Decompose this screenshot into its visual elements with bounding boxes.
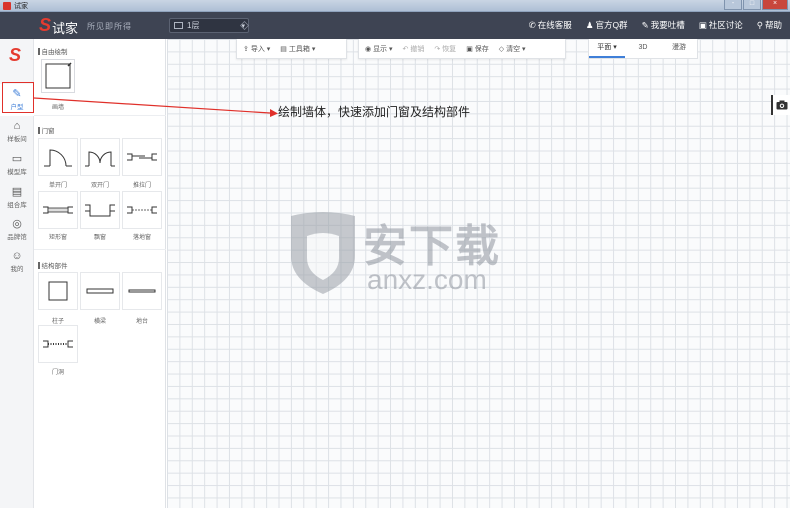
beam-icon — [86, 288, 114, 294]
feedback-icon: ✎ — [641, 20, 649, 30]
import-button[interactable]: ⇪ 导入 ▾ — [243, 44, 270, 54]
sidebar-item-mine[interactable]: ☺ 我的 — [0, 246, 34, 278]
display-button[interactable]: ◉ 显示 ▾ — [365, 44, 393, 54]
single-door-icon — [44, 149, 72, 167]
camera-icon — [776, 100, 787, 110]
badge-icon: ◎ — [12, 218, 22, 230]
screenshot-button[interactable] — [771, 95, 790, 115]
redo-button[interactable]: ↷ 恢复 — [434, 44, 456, 54]
toolbox-button[interactable]: ▤ 工具箱 ▾ — [280, 44, 315, 54]
home-icon: ⌂ — [13, 120, 21, 132]
section-title-doors: 门窗 — [38, 125, 55, 135]
maximize-button[interactable]: □ — [743, 0, 761, 10]
phone-icon: ✆ — [528, 20, 536, 30]
app-header: S 试家 所见即所得 1层 ▾ ✆ 在线客服 ♟ 官方Q群 ✎ 我要吐槽 ▣ 社区讨论 … — [0, 12, 790, 39]
tab-3d[interactable]: 3D — [625, 39, 661, 58]
toolbar-edit: ◉ 显示 ▾ ↶ 撤销 ↷ 恢复 ▣ 保存 ◇ 清空 ▾ — [358, 39, 566, 59]
double-door-icon — [85, 151, 115, 167]
watermark-url: anxz.com — [367, 264, 487, 295]
door-sliding-tool[interactable] — [122, 138, 162, 176]
help-icon: ⚲ — [756, 20, 763, 30]
window-floor-tool[interactable] — [122, 191, 162, 229]
highlight-box — [2, 82, 34, 113]
toolbar-file: ⇪ 导入 ▾ ▤ 工具箱 ▾ — [236, 39, 347, 59]
minimize-button[interactable]: - — [724, 0, 742, 10]
beam-tool[interactable] — [80, 272, 120, 310]
platform-icon — [128, 289, 156, 293]
save-icon: ▣ — [466, 45, 473, 53]
watermark: 安下载 anxz.com — [287, 208, 517, 298]
annotation-text: 绘制墙体，快速添加门窗及结构部件 — [278, 105, 471, 119]
brand-slogan: 所见即所得 — [87, 22, 132, 31]
header-link-qq[interactable]: ♟ 官方Q群 — [586, 19, 628, 31]
eye-icon: ◉ — [365, 45, 372, 53]
upload-icon: ⇪ — [243, 45, 249, 53]
header-link-feedback[interactable]: ✎ 我要吐槽 — [642, 19, 685, 31]
eraser-icon: ◇ — [498, 45, 505, 53]
door-double-tool[interactable] — [80, 138, 120, 176]
close-button[interactable]: × — [762, 0, 788, 10]
floor-select[interactable]: 1层 ▾ — [169, 18, 249, 33]
undo-button[interactable]: ↶ 撤销 — [403, 44, 425, 54]
brand-name: 试家 — [52, 21, 79, 36]
door-single-tool[interactable] — [38, 138, 78, 176]
redo-icon: ↷ — [434, 45, 441, 53]
view-tabs: 平面 ▾ 3D 漫游 — [588, 39, 698, 59]
tab-plan[interactable]: 平面 ▾ — [589, 39, 625, 58]
annotation-arrow — [34, 97, 278, 117]
cabinet-icon: ▤ — [11, 186, 23, 198]
window-title: 试家 — [14, 3, 28, 10]
brand-logo-icon: S — [39, 15, 52, 35]
header-link-forum[interactable]: ▣ 社区讨论 — [699, 19, 743, 31]
doorway-tool[interactable] — [38, 325, 78, 363]
qq-icon: ♟ — [585, 20, 594, 30]
app-icon — [3, 2, 11, 10]
section-title-structure: 结构部件 — [38, 260, 68, 270]
rect-window-icon — [43, 206, 73, 214]
wall-tool[interactable] — [41, 59, 75, 93]
wall-icon — [45, 62, 72, 89]
sidebar-item-groups[interactable]: ▤ 组合库 — [0, 182, 34, 214]
sidebar-item-brands[interactable]: ◎ 品牌馆 — [0, 214, 34, 246]
platform-tool[interactable] — [122, 272, 162, 310]
window-rect-tool[interactable] — [38, 191, 78, 229]
clear-button[interactable]: ◇ 清空 ▾ — [499, 44, 526, 54]
save-button[interactable]: ▣ 保存 — [466, 44, 489, 54]
tab-walkthrough[interactable]: 漫游 — [661, 39, 697, 58]
bay-window-icon — [85, 204, 115, 217]
undo-icon: ↶ — [402, 45, 409, 53]
floor-window-icon — [127, 206, 157, 214]
sliding-door-icon — [127, 153, 157, 161]
sidebar-logo-icon: S — [9, 45, 22, 65]
section-title-freehand: 自由绘制 — [38, 46, 68, 56]
toolbox-icon: ▤ — [280, 45, 287, 53]
header-links: ✆ 在线客服 ♟ 官方Q群 ✎ 我要吐槽 ▣ 社区讨论 ⚲ 帮助 — [529, 19, 782, 31]
sidebar-item-models[interactable]: ▭ 模型库 — [0, 149, 34, 181]
pillar-tool[interactable] — [38, 272, 78, 310]
header-link-help[interactable]: ⚲ 帮助 — [757, 19, 782, 31]
floor-icon — [174, 22, 183, 29]
window-titlebar: 试家 - □ × — [0, 0, 790, 12]
doorway-icon — [43, 340, 73, 348]
window-controls: - □ × — [723, 0, 788, 10]
pillar-icon — [48, 281, 68, 301]
user-icon: ☺ — [11, 250, 23, 262]
header-link-service[interactable]: ✆ 在线客服 — [529, 19, 572, 31]
window-bay-tool[interactable] — [80, 191, 120, 229]
forum-icon: ▣ — [698, 20, 707, 30]
sidebar-item-showroom[interactable]: ⌂ 样板间 — [0, 116, 34, 148]
sofa-icon: ▭ — [11, 153, 23, 165]
floor-value: 1层 — [187, 21, 200, 30]
